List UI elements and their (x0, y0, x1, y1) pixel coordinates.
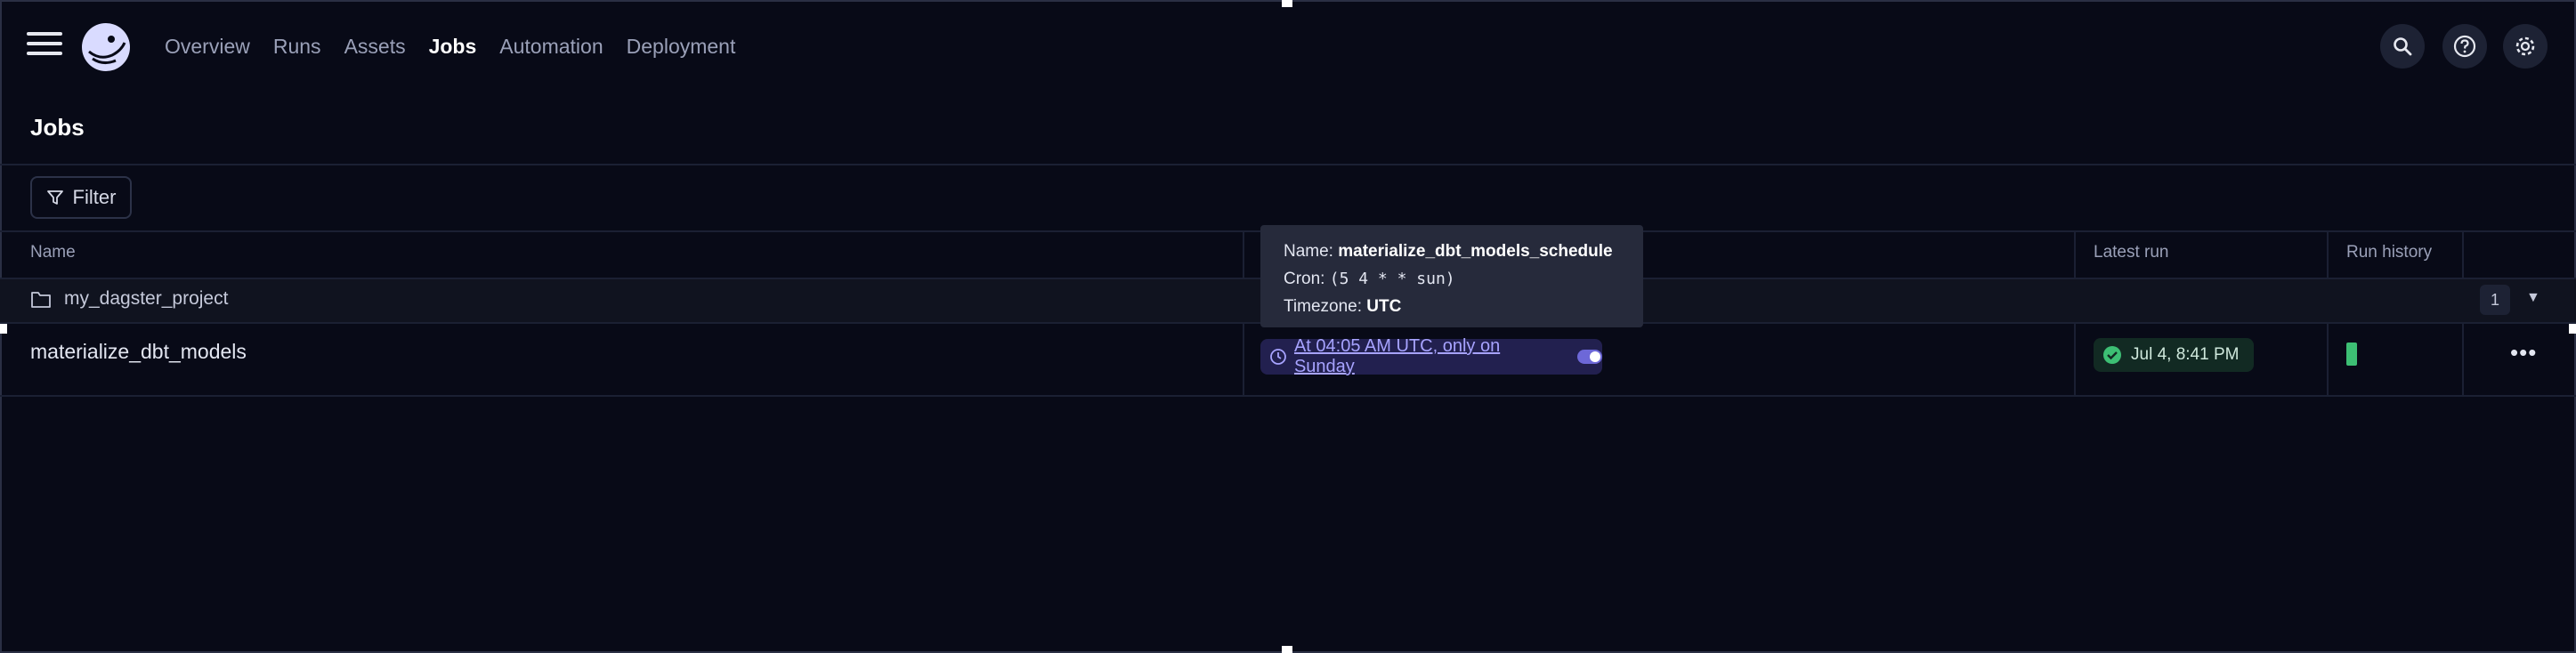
tooltip-timezone-value: UTC (1366, 297, 1402, 316)
column-header-run-history: Run history (2346, 243, 2433, 262)
chevron-down-icon[interactable]: ▼ (2526, 290, 2540, 306)
group-name: my_dagster_project (64, 288, 229, 309)
nav-automation[interactable]: Automation (499, 32, 603, 60)
resize-handle-bottom[interactable] (1282, 646, 1292, 653)
clock-icon (1270, 349, 1286, 365)
tooltip-cron-line: Cron: (5 4 * * sun) (1284, 265, 1620, 293)
tooltip-timezone-label: Timezone: (1284, 297, 1362, 316)
tooltip-name-label: Name: (1284, 242, 1333, 261)
schedule-tooltip: Name: materialize_dbt_models_schedule Cr… (1260, 225, 1643, 327)
nav-deployment[interactable]: Deployment (627, 32, 736, 60)
page-title: Jobs (30, 114, 85, 141)
resize-handle-left[interactable] (0, 323, 7, 334)
help-icon[interactable] (2442, 24, 2487, 69)
tooltip-timezone-line: Timezone: UTC (1284, 293, 1620, 320)
nav-assets[interactable]: Assets (344, 32, 406, 60)
nav-overview[interactable]: Overview (165, 32, 250, 60)
menu-icon[interactable] (27, 32, 62, 60)
run-history-bar[interactable] (2346, 343, 2357, 366)
nav-jobs[interactable]: Jobs (429, 32, 477, 60)
folder-icon (31, 292, 51, 308)
latest-run-time: Jul 4, 8:41 PM (2131, 345, 2240, 364)
schedule-link[interactable]: At 04:05 AM UTC, only on Sunday (1294, 336, 1565, 377)
nav-links: Overview Runs Assets Jobs Automation Dep… (165, 32, 758, 60)
filter-label: Filter (72, 186, 117, 208)
group-count-badge: 1 (2480, 285, 2510, 315)
latest-run-badge[interactable]: Jul 4, 8:41 PM (2094, 338, 2254, 372)
tooltip-cron-value: (5 4 * * sun) (1329, 270, 1455, 288)
schedule-toggle[interactable] (1577, 350, 1602, 364)
column-header-name: Name (30, 243, 76, 262)
job-name-link[interactable]: materialize_dbt_models (30, 340, 247, 364)
search-icon[interactable] (2380, 24, 2425, 69)
filter-button[interactable]: Filter (30, 176, 132, 219)
tooltip-name-value: materialize_dbt_models_schedule (1338, 242, 1613, 261)
tooltip-name-line: Name: materialize_dbt_models_schedule (1284, 238, 1620, 265)
gear-icon[interactable] (2503, 24, 2548, 69)
divider (0, 164, 2576, 165)
resize-handle-right[interactable] (2569, 323, 2576, 334)
tooltip-cron-label: Cron: (1284, 270, 1325, 288)
divider (0, 395, 2576, 397)
check-circle-icon (2103, 346, 2121, 364)
filter-icon (46, 190, 63, 205)
nav-runs[interactable]: Runs (273, 32, 321, 60)
more-icon[interactable]: ••• (2510, 341, 2537, 364)
column-header-latest-run: Latest run (2094, 243, 2169, 262)
top-navigation: Overview Runs Assets Jobs Automation Dep… (0, 0, 2576, 93)
schedule-tag[interactable]: At 04:05 AM UTC, only on Sunday (1260, 336, 1602, 377)
dagster-logo[interactable] (80, 21, 132, 73)
